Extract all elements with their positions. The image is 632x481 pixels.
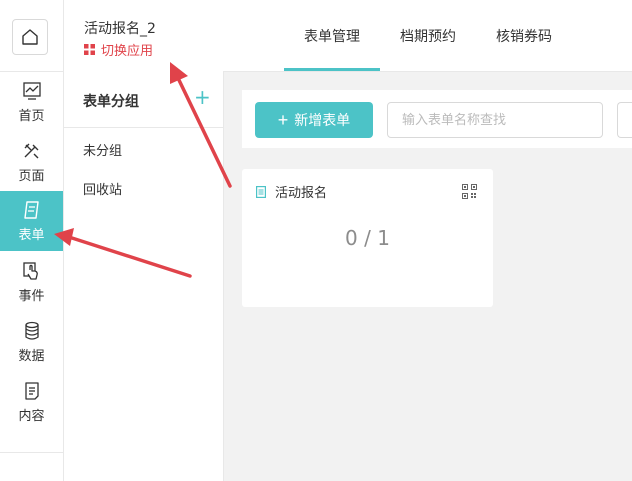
nav-item-pages[interactable]: 页面 xyxy=(0,132,63,192)
search-input[interactable] xyxy=(387,102,603,138)
chart-icon xyxy=(22,81,41,100)
group-item-ungrouped[interactable]: 未分组 xyxy=(83,140,122,159)
nav-item-data[interactable]: 数据 xyxy=(0,312,63,372)
home-button[interactable] xyxy=(12,19,48,55)
database-icon xyxy=(24,321,39,340)
qr-code-icon[interactable] xyxy=(462,184,477,199)
content-icon xyxy=(24,381,39,400)
switch-app-label: 切换应用 xyxy=(101,44,154,59)
home-area xyxy=(0,0,63,72)
left-nav-rail: 首页 页面 表单 事件 数据 内容 xyxy=(0,0,64,481)
group-item-recycle-bin[interactable]: 回收站 xyxy=(83,179,122,198)
tab-label: 表单管理 xyxy=(304,28,360,45)
nav-item-forms[interactable]: 表单 xyxy=(0,191,63,251)
divider xyxy=(0,452,63,453)
filter-select[interactable] xyxy=(617,102,632,138)
nav-item-home[interactable]: 首页 xyxy=(0,72,63,132)
app-name: 活动报名_2 xyxy=(84,21,156,37)
switch-app-link[interactable]: 切换应用 xyxy=(84,40,153,59)
form-card-title: 活动报名 xyxy=(275,186,328,201)
form-icon xyxy=(23,200,39,219)
tab-schedule[interactable]: 档期预约 xyxy=(390,0,466,71)
add-form-button[interactable]: + 新增表单 xyxy=(255,102,373,138)
form-group-panel: 表单分组 + 未分组 回收站 xyxy=(64,71,224,481)
touch-icon xyxy=(22,261,38,280)
home-icon xyxy=(22,29,38,45)
nav-label: 表单 xyxy=(18,227,45,243)
nav-label: 数据 xyxy=(18,348,45,364)
tools-icon xyxy=(24,143,38,158)
add-form-label: 新增表单 xyxy=(294,112,351,128)
grid-icon xyxy=(84,44,95,55)
add-group-button[interactable]: + xyxy=(194,87,211,107)
nav-item-events[interactable]: 事件 xyxy=(0,252,63,312)
form-card[interactable]: 活动报名 0 / 1 xyxy=(242,169,493,307)
group-title: 表单分组 xyxy=(83,94,139,110)
main-content: + 新增表单 活动报名 xyxy=(224,72,632,481)
app-info: 活动报名_2 切换应用 xyxy=(64,0,224,71)
document-icon xyxy=(256,186,266,198)
toolbar: + 新增表单 xyxy=(242,90,632,148)
top-tab-bar: 表单管理 档期预约 核销券码 xyxy=(224,0,632,72)
nav-label: 内容 xyxy=(18,408,45,424)
app-window: 首页 页面 表单 事件 数据 内容 活动报名_2 切换应用 表单管理 档期预约 … xyxy=(0,0,632,481)
nav-label: 页面 xyxy=(18,168,45,184)
tab-label: 档期预约 xyxy=(400,28,456,45)
form-submission-count: 0 / 1 xyxy=(345,226,390,250)
group-header: 表单分组 + xyxy=(64,71,223,128)
nav-item-content[interactable]: 内容 xyxy=(0,372,63,432)
nav-label: 首页 xyxy=(18,108,45,124)
tab-label: 核销券码 xyxy=(496,28,552,45)
plus-icon: + xyxy=(277,110,289,130)
nav-label: 事件 xyxy=(18,288,45,304)
tab-form-management[interactable]: 表单管理 xyxy=(284,0,380,71)
tab-coupon-verify[interactable]: 核销券码 xyxy=(486,0,562,71)
